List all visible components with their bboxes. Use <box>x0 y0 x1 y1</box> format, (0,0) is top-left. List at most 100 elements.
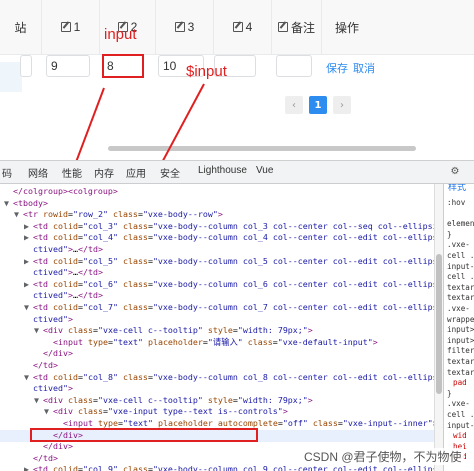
csdn-watermark: CSDN @君子使物，不为物使 <box>302 448 464 465</box>
dom-tree-line[interactable]: ▼ <div class="vxe-cell c--tooltip" style=… <box>0 395 313 407</box>
header-label: 站 <box>14 20 27 35</box>
expand-toggle-icon[interactable]: ▼ <box>4 198 13 210</box>
header-col-3[interactable]: 3 <box>156 0 214 54</box>
dom-tree-line[interactable]: ▼ <td colid="col_7" class="vxe-body--colu… <box>0 302 434 314</box>
dom-tree-line-text: <input type="text" placeholder autocompl… <box>63 418 434 428</box>
dom-tree-line[interactable]: ctived">…</td> <box>0 267 103 279</box>
elements-scrollbar[interactable] <box>434 184 443 471</box>
styles-line: filter <box>447 346 474 356</box>
edit-icon <box>277 22 288 32</box>
expand-toggle-icon[interactable]: ▼ <box>24 372 33 384</box>
dom-tree-line[interactable]: ▶ <td colid="col_6" class="vxe-body--colu… <box>0 279 434 291</box>
expand-toggle-icon[interactable]: ▼ <box>24 302 33 314</box>
dom-tree-line[interactable]: ctived"> <box>0 314 73 326</box>
styles-line: cell . <box>447 251 474 260</box>
dom-tree-line[interactable]: ▶ <td colid="col_3" class="vxe-body--colu… <box>0 221 434 233</box>
tab-security[interactable]: 安全 <box>160 165 180 180</box>
expand-toggle-icon[interactable]: ▶ <box>24 256 33 268</box>
dom-tree-line[interactable]: ctived">…</td> <box>0 244 103 256</box>
expand-toggle-icon[interactable]: ▼ <box>14 209 23 221</box>
pager-next-button[interactable]: › <box>333 96 351 114</box>
styles-line: .vxe- <box>447 240 470 250</box>
dom-tree-line-text: <td colid="col_6" class="vxe-body--colum… <box>33 278 434 289</box>
expand-toggle-icon[interactable]: ▼ <box>34 395 43 407</box>
tab-performance[interactable]: 性能 <box>62 165 82 180</box>
dom-tree-line[interactable]: ▶ <td colid="col_4" class="vxe-body--colu… <box>0 232 434 244</box>
cell-input-station[interactable] <box>20 55 32 77</box>
dom-tree-line-text: <td colid="col_3" class="vxe-body--colum… <box>33 220 434 231</box>
cancel-link[interactable]: 取消 <box>353 60 375 76</box>
cell-input-remark[interactable] <box>276 55 312 77</box>
dom-tree-line[interactable]: <input type="text" placeholder="请输入" cla… <box>0 337 378 349</box>
dom-tree-line-text: </colgroup><colgroup> <box>13 186 118 196</box>
header-col-4[interactable]: 4 <box>214 0 272 54</box>
tab-application[interactable]: 应用 <box>126 165 146 180</box>
dom-tree-line[interactable]: ctived"> <box>0 383 73 395</box>
settings-gear-icon[interactable]: ⚙ <box>448 164 462 178</box>
dom-tree-line-text: </div> <box>43 441 73 452</box>
horizontal-scrollbar[interactable] <box>108 146 416 151</box>
dom-tree-line-text: </td> <box>33 360 58 370</box>
dom-tree-line[interactable]: </div> <box>0 348 73 360</box>
tab-network[interactable]: 网络 <box>28 165 48 180</box>
styles-line: cell . <box>447 410 474 419</box>
expand-toggle-icon[interactable]: ▶ <box>24 232 33 244</box>
dom-tree-line[interactable]: </td> <box>0 360 58 372</box>
styles-line: cell . <box>447 272 474 282</box>
pager-page-1[interactable]: 1 <box>309 96 327 114</box>
table-header: 站 1 2 3 4 备注 操作 <box>0 0 474 55</box>
styles-line: } <box>447 229 452 239</box>
dom-tree-line-text: <tbody> <box>13 197 48 208</box>
edit-icon <box>174 22 185 32</box>
styles-line: textar <box>447 357 474 366</box>
styles-tab[interactable]: 样式 <box>448 184 466 193</box>
dom-tree-line-text: ctived"> <box>33 383 73 394</box>
dom-tree-line[interactable]: ▼ <div class="vxe-input type--text is--co… <box>0 406 288 418</box>
dom-tree-line[interactable]: ▼ <tr rowid="row_2" class="vxe-body--row"… <box>0 209 223 221</box>
dom-tree-line[interactable]: ▶ <td colid="col_9" class="vxe-body--colu… <box>0 464 434 471</box>
header-col-1[interactable]: 1 <box>42 0 100 54</box>
cell-input-col-1[interactable]: 9 <box>46 55 90 77</box>
pager-prev-button[interactable]: ‹ <box>285 96 303 114</box>
table-row: 9 8 10 保存 取消 <box>0 55 474 85</box>
expand-toggle-icon[interactable]: ▶ <box>24 221 33 233</box>
dom-tree-line[interactable]: </td> <box>0 453 58 465</box>
dom-tree-line-text: ctived">…</td> <box>33 244 103 254</box>
dom-tree-line-text: </td> <box>33 452 58 463</box>
expand-toggle-icon[interactable]: ▶ <box>24 279 33 291</box>
header-label: 操作 <box>334 20 359 35</box>
tab-sources[interactable]: 码 <box>2 165 12 180</box>
tab-vue[interactable]: Vue <box>256 165 273 176</box>
devtools-tab-bar: 码 网络 性能 内存 应用 安全 Lighthouse Vue ⚙ <box>0 161 474 184</box>
dom-tree-line-text: <td colid="col_9" class="vxe-body--colum… <box>33 464 434 471</box>
dom-tree-line[interactable]: ▼ <tbody> <box>0 198 48 210</box>
header-col-remark[interactable]: 备注 <box>272 0 322 54</box>
dom-tree-line[interactable]: ▼ <td colid="col_8" class="vxe-body--colu… <box>0 372 434 384</box>
dom-tree-line[interactable]: </colgroup><colgroup> <box>0 186 118 198</box>
dom-tree-line-text: <input type="text" placeholder="请输入" cla… <box>53 336 378 347</box>
styles-line: } <box>447 388 452 398</box>
header-label: 1 <box>73 20 81 34</box>
edit-icon <box>60 22 71 32</box>
dom-tree-line-text: <div class="vxe-cell c--tooltip" style="… <box>43 394 313 405</box>
dom-tree-line[interactable]: ▼ <div class="vxe-cell c--tooltip" style=… <box>0 325 313 337</box>
header-label: 备注 <box>290 20 315 35</box>
scrollbar-thumb[interactable] <box>436 254 442 394</box>
expand-toggle-icon[interactable]: ▼ <box>44 406 53 418</box>
tab-lighthouse[interactable]: Lighthouse <box>198 165 247 176</box>
styles-line: input> <box>447 325 474 335</box>
dom-tree-line[interactable]: ctived">…</td> <box>0 290 103 302</box>
dom-tree-line-text: <td colid="col_5" class="vxe-body--colum… <box>33 255 434 266</box>
styles-line: textar <box>447 367 474 377</box>
tab-memory[interactable]: 内存 <box>94 165 114 180</box>
expand-toggle-icon[interactable]: ▼ <box>34 325 43 337</box>
dom-tree-line-text: </div> <box>43 348 73 359</box>
dom-tree-line[interactable]: ▶ <td colid="col_5" class="vxe-body--colu… <box>0 256 434 268</box>
expand-toggle-icon[interactable]: ▶ <box>24 464 33 471</box>
save-link[interactable]: 保存 <box>326 60 348 76</box>
dom-tree-line[interactable]: </div> <box>0 441 73 453</box>
styles-line: :hov <box>447 198 466 207</box>
styles-pane: 样式 :hov elemen} .vxe-cell . input-cell . tex… <box>443 184 474 471</box>
dom-tree-line-text: ctived">…</td> <box>33 290 103 301</box>
styles-line: textar <box>447 282 474 292</box>
